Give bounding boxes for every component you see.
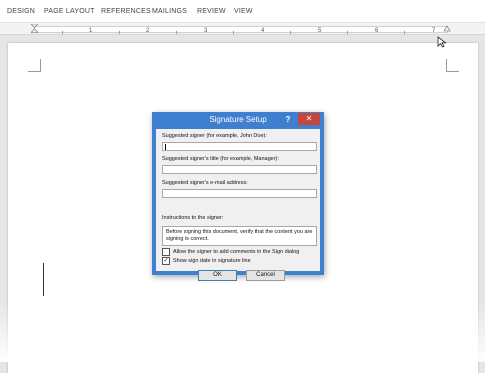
tab-page-layout[interactable]: PAGE LAYOUT bbox=[44, 8, 95, 15]
text-caret bbox=[165, 144, 166, 150]
dialog-body: Suggested signer (for example, John Doe)… bbox=[156, 129, 320, 281]
ruler-number: 4 bbox=[261, 28, 265, 34]
tab-mailings[interactable]: MAILINGS bbox=[152, 8, 187, 15]
ruler-number: 7 bbox=[432, 28, 436, 34]
show-date-checkbox[interactable]: ✓ bbox=[162, 257, 170, 265]
horizontal-ruler[interactable]: 1 2 3 4 5 6 7 bbox=[0, 23, 485, 35]
ruler-number: 3 bbox=[204, 28, 208, 34]
text-insertion-cursor bbox=[43, 263, 44, 296]
allow-comments-label: Allow the signer to add comments in the … bbox=[173, 249, 300, 255]
instructions-label: Instructions to the signer: bbox=[162, 215, 224, 221]
mouse-pointer-icon bbox=[437, 36, 447, 48]
allow-comments-option[interactable]: Allow the signer to add comments in the … bbox=[162, 248, 299, 256]
ruler-number: 2 bbox=[146, 28, 150, 34]
suggested-signer-input[interactable] bbox=[162, 142, 317, 151]
show-date-label: Show sign date in signature line bbox=[173, 258, 251, 264]
signature-setup-dialog: Signature Setup ? ✕ Suggested signer (fo… bbox=[152, 112, 324, 281]
show-date-option[interactable]: ✓ Show sign date in signature line bbox=[162, 257, 251, 265]
ruler-tick bbox=[176, 31, 177, 34]
instructions-textarea[interactable]: Before signing this document, verify tha… bbox=[162, 226, 317, 246]
tab-design[interactable]: DESIGN bbox=[7, 8, 35, 15]
page-bottom-fade bbox=[0, 300, 485, 362]
allow-comments-checkbox[interactable] bbox=[162, 248, 170, 256]
ok-button[interactable]: OK bbox=[198, 270, 237, 281]
ruler-number: 1 bbox=[89, 28, 93, 34]
ruler-tick bbox=[290, 31, 291, 34]
signer-title-label: Suggested signer's title (for example, M… bbox=[162, 156, 279, 162]
ruler-tick bbox=[119, 31, 120, 34]
ruler-tick bbox=[62, 31, 63, 34]
signer-title-input[interactable] bbox=[162, 165, 317, 174]
ruler-number: 6 bbox=[375, 28, 379, 34]
tab-references[interactable]: REFERENCES bbox=[101, 8, 151, 15]
ruler-tick bbox=[233, 31, 234, 34]
signer-email-label: Suggested signer's e-mail address: bbox=[162, 180, 248, 186]
help-button[interactable]: ? bbox=[282, 114, 294, 125]
ruler-track: 1 2 3 4 5 6 7 bbox=[34, 26, 448, 34]
suggested-signer-label: Suggested signer (for example, John Doe)… bbox=[162, 133, 267, 139]
ruler-tick bbox=[347, 31, 348, 34]
right-indent-marker-icon[interactable] bbox=[443, 25, 451, 33]
indent-marker-icon[interactable] bbox=[31, 24, 38, 34]
signer-email-input[interactable] bbox=[162, 189, 317, 198]
ribbon-tab-bar: DESIGN PAGE LAYOUT REFERENCES MAILINGS R… bbox=[0, 0, 485, 23]
crop-mark-top-left bbox=[28, 59, 41, 72]
dialog-titlebar[interactable]: Signature Setup ? ✕ bbox=[152, 112, 324, 128]
tab-view[interactable]: VIEW bbox=[234, 8, 253, 15]
tab-review[interactable]: REVIEW bbox=[197, 8, 226, 15]
ruler-tick bbox=[404, 31, 405, 34]
crop-mark-top-right bbox=[446, 59, 459, 72]
close-button[interactable]: ✕ bbox=[298, 113, 320, 125]
ruler-number: 5 bbox=[318, 28, 322, 34]
cancel-button[interactable]: Cancel bbox=[246, 270, 285, 281]
